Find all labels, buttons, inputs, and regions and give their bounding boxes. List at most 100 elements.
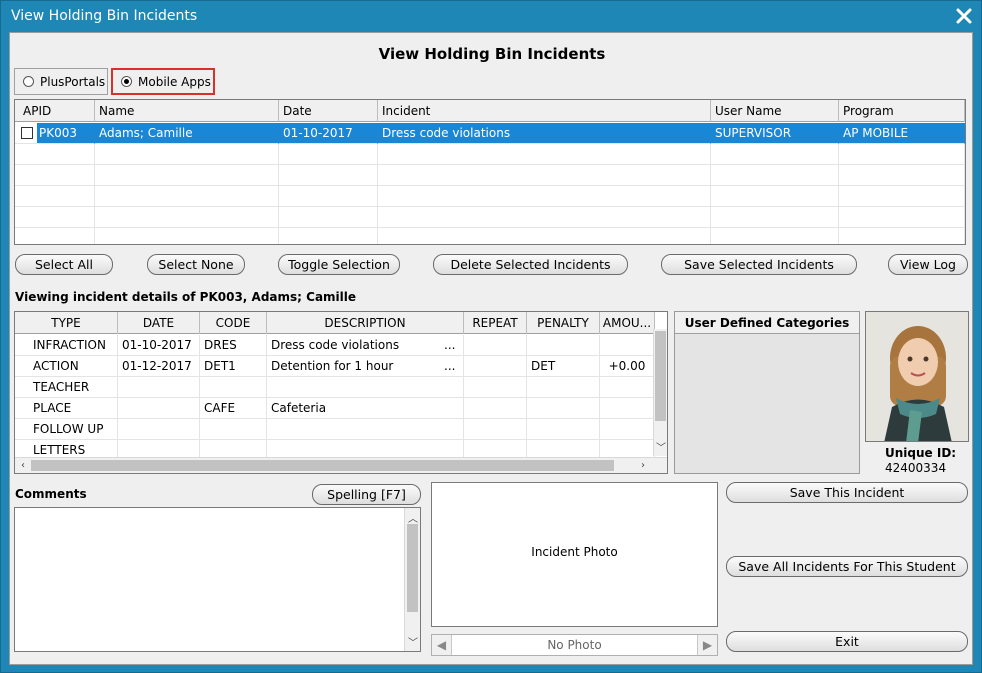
scroll-left-icon[interactable]: ‹ [16,458,30,473]
table-row[interactable]: INFRACTION 01-10-2017 DRES Dress code viola… [15,335,655,356]
row-checkbox[interactable] [21,127,33,139]
radio-plusportals-label: PlusPortals [40,74,106,89]
comments-vscroll-thumb[interactable] [407,524,418,612]
empty-cell [378,144,711,165]
table-row[interactable]: PK003 Adams; Camille 01-10-2017 Dress co… [15,123,965,144]
detail-cell-code [200,377,267,398]
empty-cell [15,144,95,165]
empty-cell [711,228,839,244]
col-penalty[interactable]: PENALTY [527,312,600,334]
table-row[interactable]: TEACHER [15,377,655,398]
select-none-button[interactable]: Select None [147,254,245,275]
window-title: View Holding Bin Incidents [11,8,198,24]
details-hscroll[interactable]: ‹ › [15,457,667,473]
save-this-incident-button[interactable]: Save This Incident [726,482,968,503]
view-log-button[interactable]: View Log [888,254,968,275]
empty-cell [378,207,711,228]
col-code[interactable]: CODE [200,312,267,334]
spelling-button[interactable]: Spelling [F7] [312,484,421,505]
col-description[interactable]: DESCRIPTION [267,312,464,334]
save-selected-button[interactable]: Save Selected Incidents [661,254,857,275]
detail-cell-description: Cafeteria [267,398,464,419]
scroll-down-icon[interactable]: ﹀ [406,634,420,649]
comments-label: Comments [15,487,87,501]
table-row[interactable]: FOLLOW UP [15,419,655,440]
unique-id-label: Unique ID: [885,446,957,460]
detail-cell-repeat [464,398,527,419]
radio-plusportals[interactable]: PlusPortals [14,68,108,95]
title-bar: View Holding Bin Incidents [1,1,981,31]
radio-selected-icon [121,76,132,87]
lookup-ellipsis[interactable]: ... [444,335,455,355]
incidents-grid: APID Name Date Incident User Name Progra… [14,99,966,245]
detail-cell-date: 01-12-2017 [118,356,200,377]
col-repeat[interactable]: REPEAT [464,312,527,334]
incidents-grid-header: APID Name Date Incident User Name Progra… [15,100,965,122]
scroll-down-icon[interactable]: ﹀ [654,439,667,454]
user-categories-header: User Defined Categories [675,312,859,334]
empty-row [15,186,965,207]
toggle-selection-button[interactable]: Toggle Selection [278,254,400,275]
details-grid-header: TYPE DATE CODE DESCRIPTION REPEAT PENALT… [15,312,655,334]
empty-cell [839,165,965,186]
detail-cell-amount [600,419,655,440]
scroll-up-icon[interactable]: ︿ [406,510,420,525]
col-incident[interactable]: Incident [378,100,711,122]
detail-cell-repeat [464,335,527,356]
radio-mobile-apps[interactable]: Mobile Apps [111,68,215,95]
col-user-name[interactable]: User Name [711,100,839,122]
detail-cell-code: CAFE [200,398,267,419]
col-amount[interactable]: AMOU... [600,312,655,334]
student-photo [865,311,969,442]
table-row[interactable]: PLACE CAFE Cafeteria [15,398,655,419]
empty-cell [839,144,965,165]
unique-id-value: 42400334 [885,461,947,475]
empty-cell [95,207,279,228]
details-vscroll[interactable]: ﹀ [653,329,667,456]
detail-cell-amount: +0.00 [600,356,655,377]
detail-cell-amount [600,398,655,419]
photo-prev-icon[interactable]: ◀ [432,635,452,655]
scroll-right-icon[interactable]: › [636,458,650,473]
empty-row [15,228,965,244]
lookup-ellipsis[interactable]: ... [444,356,455,376]
table-row[interactable]: ACTION 01-12-2017 DET1 Detention for 1 hour… [15,356,655,377]
comments-textarea[interactable]: ︿ ﹀ [14,507,421,652]
detail-cell-code: DRES [200,335,267,356]
empty-row [15,144,965,165]
detail-cell-penalty: DET [527,356,600,377]
details-vscroll-thumb[interactable] [655,331,666,421]
col-apid[interactable]: APID [15,100,95,122]
col-name[interactable]: Name [95,100,279,122]
detail-cell-repeat [464,356,527,377]
close-icon[interactable] [953,5,975,27]
save-all-incidents-button[interactable]: Save All Incidents For This Student [726,556,968,577]
empty-cell [839,207,965,228]
client-area: View Holding Bin Incidents PlusPortals M… [9,32,973,665]
select-all-button[interactable]: Select All [15,254,113,275]
comments-vscroll[interactable]: ︿ ﹀ [404,508,420,651]
empty-cell [711,165,839,186]
empty-cell [15,207,95,228]
empty-cell [95,144,279,165]
empty-row [15,207,965,228]
col-type[interactable]: TYPE [15,312,118,334]
empty-row [15,165,965,186]
incident-photo-nav[interactable]: ◀ No Photo ▶ [431,634,718,656]
radio-circle-icon [23,76,34,87]
col-date[interactable]: Date [279,100,378,122]
detail-cell-amount [600,377,655,398]
detail-cell-type: PLACE [15,398,118,419]
col-detail-date[interactable]: DATE [118,312,200,334]
empty-cell [378,165,711,186]
col-program[interactable]: Program [839,100,965,122]
empty-cell [839,228,965,244]
incident-photo-box: Incident Photo [431,482,718,627]
photo-next-icon[interactable]: ▶ [697,635,717,655]
cell-user-name: SUPERVISOR [711,123,839,144]
exit-button[interactable]: Exit [726,631,968,652]
empty-cell [95,186,279,207]
delete-selected-button[interactable]: Delete Selected Incidents [433,254,628,275]
details-hscroll-thumb[interactable] [31,460,614,471]
detail-cell-repeat [464,377,527,398]
